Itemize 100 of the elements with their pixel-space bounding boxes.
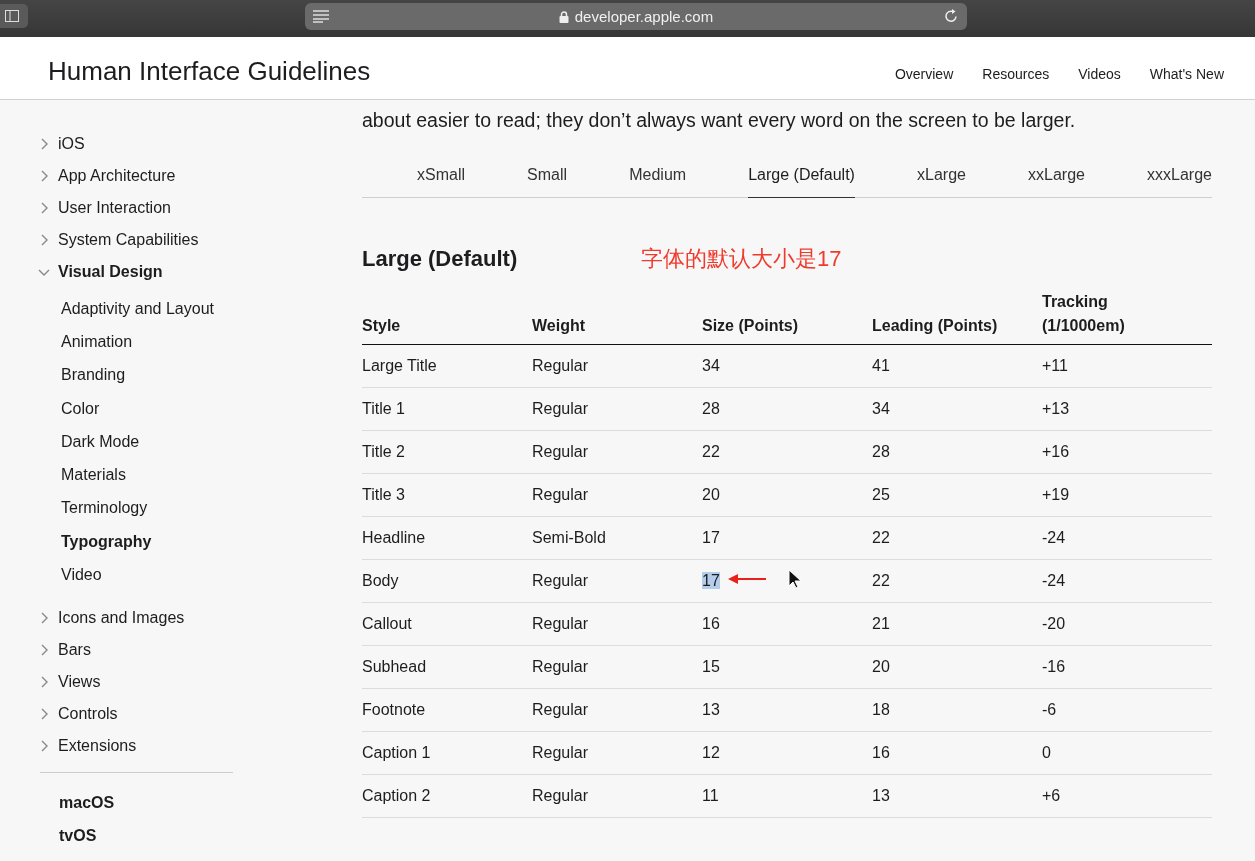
sidebar-item[interactable]: System Capabilities	[38, 224, 362, 256]
table-cell: +6	[1042, 787, 1061, 804]
table-cell: Regular	[532, 658, 589, 675]
table-cell: 15	[702, 658, 720, 675]
platform-link[interactable]: macOS	[38, 786, 362, 820]
table-cell: 0	[1042, 744, 1051, 761]
table-cell: Regular	[532, 701, 589, 718]
site-title[interactable]: Human Interface Guidelines	[48, 55, 371, 87]
table-cell: 18	[872, 701, 890, 718]
table-cell: 21	[872, 615, 890, 632]
table-cell: Regular	[532, 486, 589, 503]
table-cell: Title 1	[362, 400, 405, 417]
table-cell: 13	[872, 787, 890, 804]
column-header: Size (Points)	[702, 317, 798, 334]
table-cell: 25	[872, 486, 890, 503]
table-cell: 20	[702, 486, 720, 503]
column-header: Style	[362, 317, 401, 334]
nav-link[interactable]: Resources	[982, 66, 1050, 82]
cursor-icon	[788, 569, 802, 589]
size-tab[interactable]: xLarge	[917, 159, 966, 198]
size-tab[interactable]: xxxLarge	[1147, 159, 1212, 198]
table-cell: Caption 2	[362, 787, 431, 804]
size-tab[interactable]: xxLarge	[1028, 159, 1085, 198]
table-cell: 17	[702, 572, 720, 589]
table-cell: Regular	[532, 400, 589, 417]
sidebar-subitem[interactable]: Typography	[61, 525, 362, 559]
table-cell: -16	[1042, 658, 1066, 675]
sidebar-toggle-icon[interactable]	[0, 4, 28, 28]
table-cell: -24	[1042, 529, 1066, 546]
table-cell: Regular	[532, 744, 589, 761]
table-cell: 12	[702, 744, 720, 761]
table-cell: 34	[872, 400, 890, 417]
table-cell: Semi-Bold	[532, 529, 606, 546]
table-cell: +16	[1042, 443, 1070, 460]
address-text: developer.apple.com	[574, 8, 714, 25]
nav-link[interactable]: Videos	[1078, 66, 1121, 82]
arrow-icon	[728, 573, 766, 585]
size-tab[interactable]: xSmall	[417, 159, 465, 198]
table-cell: Large Title	[362, 357, 437, 374]
sidebar-item[interactable]: Controls	[38, 697, 362, 730]
sidebar-subitem[interactable]: Materials	[61, 458, 362, 492]
reload-icon[interactable]	[943, 8, 959, 24]
column-header: Tracking (1/1000em)	[1042, 292, 1126, 336]
table-cell: -20	[1042, 615, 1066, 632]
size-tab[interactable]: Large (Default)	[748, 159, 855, 198]
table-cell: 13	[702, 701, 720, 718]
table-cell: 22	[872, 529, 890, 546]
sidebar-subitem[interactable]: Video	[61, 558, 362, 592]
table-cell: 22	[702, 443, 720, 460]
platform-link[interactable]: tvOS	[38, 819, 362, 853]
sidebar-item[interactable]: User Interaction	[38, 192, 362, 224]
sidebar-item[interactable]: Extensions	[38, 729, 362, 762]
table-cell: 22	[872, 572, 890, 589]
table-cell: Title 2	[362, 443, 405, 460]
table-cell: 17	[702, 529, 720, 546]
lock-icon	[558, 10, 569, 23]
table-cell: +11	[1042, 357, 1068, 374]
table-cell: Headline	[362, 529, 426, 546]
table-cell: -6	[1042, 701, 1057, 718]
nav-link[interactable]: Overview	[894, 66, 954, 82]
table-cell: Caption 1	[362, 744, 431, 761]
sidebar-subitem[interactable]: Animation	[61, 325, 362, 359]
sidebar-item[interactable]: Views	[38, 665, 362, 698]
table-cell: +13	[1042, 400, 1070, 417]
table-cell: Footnote	[362, 701, 426, 718]
sidebar-item[interactable]: iOS	[38, 128, 362, 160]
column-header: Leading (Points)	[872, 317, 998, 334]
table-cell: 16	[872, 744, 890, 761]
table-cell: +19	[1042, 486, 1070, 503]
table-cell: 28	[702, 400, 720, 417]
table-cell: 28	[872, 443, 890, 460]
table-cell: Regular	[532, 572, 589, 589]
sidebar-item[interactable]: App Architecture	[38, 160, 362, 192]
sidebar-subitem[interactable]: Adaptivity and Layout	[61, 292, 362, 326]
nav-link[interactable]: What's New	[1149, 66, 1224, 82]
table-cell: 16	[702, 615, 720, 632]
address-bar[interactable]: developer.apple.com	[305, 3, 967, 30]
table-cell: Callout	[362, 615, 412, 632]
size-tab[interactable]: Medium	[629, 159, 687, 198]
column-header: Weight	[532, 317, 586, 334]
annotation-text: 字体的默认大小是17	[641, 245, 842, 273]
table-cell: 20	[872, 658, 890, 675]
table-cell: 11	[702, 787, 719, 804]
section-title: Large (Default)	[362, 246, 519, 272]
sidebar-item[interactable]: Visual Design	[38, 256, 362, 288]
sidebar-item[interactable]: Icons and Images	[38, 601, 362, 634]
sidebar-item[interactable]: Bars	[38, 633, 362, 666]
sidebar-subitem[interactable]: Branding	[61, 358, 362, 392]
size-tab[interactable]: Small	[527, 159, 568, 198]
sidebar-subitem[interactable]: Dark Mode	[61, 425, 362, 459]
table-cell: Subhead	[362, 658, 427, 675]
intro-paragraph: about easier to read; they don’t always want every word on the screen to be larger.	[362, 108, 1077, 133]
sidebar-subitem[interactable]: Terminology	[61, 491, 362, 526]
table-cell: -24	[1042, 572, 1066, 589]
table-cell: Body	[362, 572, 399, 589]
reader-icon[interactable]	[313, 9, 329, 23]
table-cell: Regular	[532, 787, 589, 804]
table-cell: Regular	[532, 443, 589, 460]
table-cell: 41	[872, 357, 890, 374]
sidebar-subitem[interactable]: Color	[61, 391, 362, 426]
